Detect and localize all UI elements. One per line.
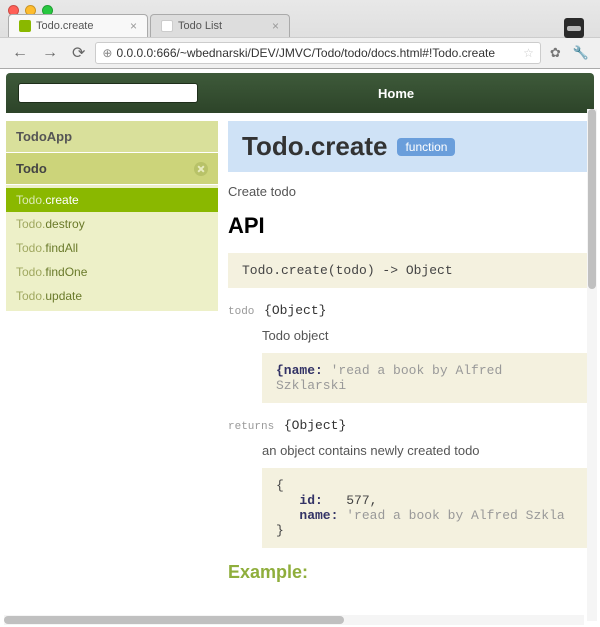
url-text: 0.0.0.0:666/~wbednarski/DEV/JMVC/Todo/to… (116, 46, 495, 60)
item-name: create (45, 193, 78, 207)
horizontal-scrollbar[interactable] (4, 615, 584, 625)
sidebar-item-findone[interactable]: Todo.findOne (6, 260, 218, 284)
item-prefix: Todo. (16, 265, 45, 279)
sidebar-list: Todo.create Todo.destroy Todo.findAll To… (6, 185, 218, 311)
favicon-icon (161, 20, 173, 32)
tab-close-icon[interactable]: × (130, 20, 137, 32)
item-name: findOne (45, 265, 87, 279)
param-label: todo (228, 306, 254, 318)
returns-example-code: { id: 577, name: 'read a book by Alfred … (262, 468, 594, 548)
scrollbar-thumb[interactable] (588, 109, 596, 289)
item-name: destroy (45, 217, 84, 231)
home-link[interactable]: Home (378, 86, 414, 101)
item-name: update (45, 289, 82, 303)
returns-label: returns (228, 421, 274, 433)
favicon-icon (19, 20, 31, 32)
param-type: {Object} (264, 303, 326, 318)
sidebar-head-todoapp[interactable]: TodoApp (6, 121, 218, 153)
tab-todo-list[interactable]: Todo List × (150, 14, 290, 37)
sidebar-item-update[interactable]: Todo.update (6, 284, 218, 308)
wrench-icon[interactable]: 🔧 (570, 45, 592, 61)
globe-icon: ⊕ (102, 46, 112, 60)
returns-type: {Object} (284, 418, 346, 433)
tab-close-icon[interactable]: × (272, 20, 279, 32)
sidebar-head-todo[interactable]: Todo (6, 153, 218, 185)
sidebar-head-label: TodoApp (16, 129, 72, 144)
close-icon[interactable] (194, 162, 208, 176)
page-header: Home (6, 73, 594, 113)
item-name: findAll (45, 241, 78, 255)
page-title: Todo.create (242, 131, 387, 162)
vertical-scrollbar[interactable] (587, 109, 597, 621)
returns-description: an object contains newly created todo (262, 443, 594, 458)
sidebar-item-findall[interactable]: Todo.findAll (6, 236, 218, 260)
item-prefix: Todo. (16, 217, 45, 231)
returns-row: returns {Object} (228, 417, 594, 433)
main-content: Todo.create function Create todo API Tod… (228, 121, 594, 583)
sidebar-head-label: Todo (16, 161, 47, 176)
forward-button[interactable]: → (38, 44, 62, 62)
tab-title: Todo List (178, 20, 267, 32)
reload-button[interactable]: ⟳ (68, 43, 89, 63)
title-bar: Todo.create function (228, 121, 594, 172)
sidebar: TodoApp Todo Todo.create Todo.destroy To… (6, 121, 218, 583)
type-badge: function (397, 138, 455, 156)
param-example-code: {name: {name: 'read a book by Alfred Szk… (262, 353, 594, 403)
param-todo: todo {Object} (228, 302, 594, 318)
bookmark-star-icon[interactable]: ☆ (523, 46, 534, 60)
description: Create todo (228, 184, 594, 199)
item-prefix: Todo. (16, 289, 45, 303)
api-heading: API (228, 213, 594, 239)
tab-title: Todo.create (36, 20, 125, 32)
settings-gear-icon[interactable]: ✿ (547, 45, 564, 61)
extension-ninja-icon[interactable] (564, 18, 584, 38)
item-prefix: Todo. (16, 193, 45, 207)
tab-todo-create[interactable]: Todo.create × (8, 14, 148, 37)
signature-code: Todo.create(todo) -> Object (228, 253, 594, 288)
address-bar[interactable]: ⊕ 0.0.0.0:666/~wbednarski/DEV/JMVC/Todo/… (95, 42, 541, 64)
item-prefix: Todo. (16, 241, 45, 255)
back-button[interactable]: ← (8, 44, 32, 62)
sidebar-item-destroy[interactable]: Todo.destroy (6, 212, 218, 236)
example-heading: Example: (228, 562, 594, 583)
param-description: Todo object (262, 328, 594, 343)
sidebar-item-create[interactable]: Todo.create (6, 188, 218, 212)
scrollbar-thumb[interactable] (4, 616, 344, 624)
search-input[interactable] (18, 83, 198, 103)
